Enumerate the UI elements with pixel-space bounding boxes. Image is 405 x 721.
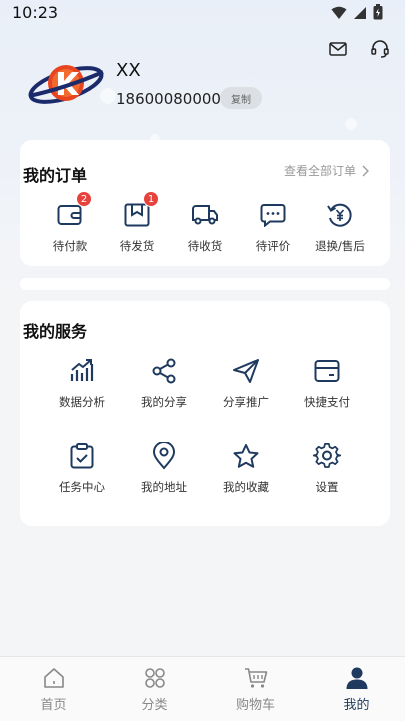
order-badge: 1 xyxy=(143,191,159,207)
tab-label: 分类 xyxy=(141,698,168,713)
tab-mine[interactable]: 我的 xyxy=(306,657,405,721)
service-item-label: 任务中心 xyxy=(59,480,105,494)
orders-title: 我的订单 xyxy=(23,166,88,185)
star-icon xyxy=(231,441,261,471)
home-icon xyxy=(42,666,66,690)
battery-icon xyxy=(373,4,383,24)
service-item-label: 数据分析 xyxy=(59,395,105,409)
signal-icon xyxy=(353,5,367,24)
order-item-label: 待收货 xyxy=(187,239,223,253)
service-item-my-address[interactable]: 我的地址 xyxy=(124,441,204,495)
service-item-my-favorites[interactable]: 我的收藏 xyxy=(206,441,286,495)
service-item-label: 分享推广 xyxy=(223,395,269,409)
tab-category[interactable]: 分类 xyxy=(104,657,205,721)
chart-icon xyxy=(67,356,97,386)
category-icon xyxy=(143,666,167,690)
send-icon xyxy=(231,356,261,386)
view-all-orders-link[interactable]: 查看全部订单 xyxy=(284,162,369,179)
order-badge: 2 xyxy=(76,191,92,207)
mail-icon[interactable] xyxy=(327,38,349,60)
profile-screen: 10:23 XX 18600080000 复制 我的订单 查看全部订单 2 待付… xyxy=(0,0,405,721)
card-icon xyxy=(312,356,342,386)
copy-button[interactable]: 复制 xyxy=(220,87,262,109)
truck-icon xyxy=(190,200,220,230)
services-title: 我的服务 xyxy=(23,322,88,341)
tab-cart[interactable]: 购物车 xyxy=(205,657,306,721)
service-item-label: 我的收藏 xyxy=(223,480,269,494)
order-item-label: 待发货 xyxy=(119,239,155,253)
gear-icon xyxy=(312,441,342,471)
cart-icon xyxy=(244,666,268,690)
avatar[interactable] xyxy=(26,58,106,110)
comment-icon xyxy=(258,200,288,230)
view-all-orders-label: 查看全部订单 xyxy=(283,164,356,178)
headset-icon[interactable] xyxy=(369,38,391,60)
chevron-right-icon xyxy=(362,165,369,176)
package-icon: 1 xyxy=(122,191,159,230)
spacer-card xyxy=(20,278,390,290)
top-actions xyxy=(327,38,391,60)
decor-bubble xyxy=(345,118,357,130)
user-icon xyxy=(345,666,369,690)
service-item-settings[interactable]: 设置 xyxy=(287,441,367,495)
username: XX xyxy=(116,60,141,81)
brand-logo-icon xyxy=(28,65,104,104)
bottom-tab-bar: 首页 分类 购物车 我的 xyxy=(0,656,405,721)
clipboard-icon xyxy=(67,441,97,471)
tab-home[interactable]: 首页 xyxy=(3,657,104,721)
order-item-label: 待付款 xyxy=(52,239,88,253)
wifi-icon xyxy=(331,5,347,24)
order-item-label: 退换/售后 xyxy=(315,239,365,253)
service-item-label: 我的地址 xyxy=(141,480,187,494)
status-time: 10:23 xyxy=(12,3,59,22)
service-item-quick-pay[interactable]: 快捷支付 xyxy=(287,356,367,410)
location-icon xyxy=(149,441,179,471)
service-item-my-share[interactable]: 我的分享 xyxy=(124,356,204,410)
phone-number: 18600080000 xyxy=(116,90,221,108)
status-bar: 10:23 xyxy=(0,0,405,26)
service-item-data-analysis[interactable]: 数据分析 xyxy=(42,356,122,410)
wallet-icon: 2 xyxy=(55,191,92,230)
status-icons xyxy=(331,4,383,24)
tab-label: 首页 xyxy=(40,698,67,713)
share-icon xyxy=(149,356,179,386)
service-item-task-center[interactable]: 任务中心 xyxy=(42,441,122,495)
order-item-refund[interactable]: 退换/售后 xyxy=(300,200,380,254)
tab-label: 我的 xyxy=(343,698,370,713)
service-item-label: 设置 xyxy=(315,480,339,494)
service-item-label: 我的分享 xyxy=(141,395,187,409)
tab-label: 购物车 xyxy=(235,698,275,713)
service-item-share-promotion[interactable]: 分享推广 xyxy=(206,356,286,410)
refund-icon xyxy=(325,200,355,230)
order-item-label: 待评价 xyxy=(255,239,291,253)
service-item-label: 快捷支付 xyxy=(304,395,350,409)
